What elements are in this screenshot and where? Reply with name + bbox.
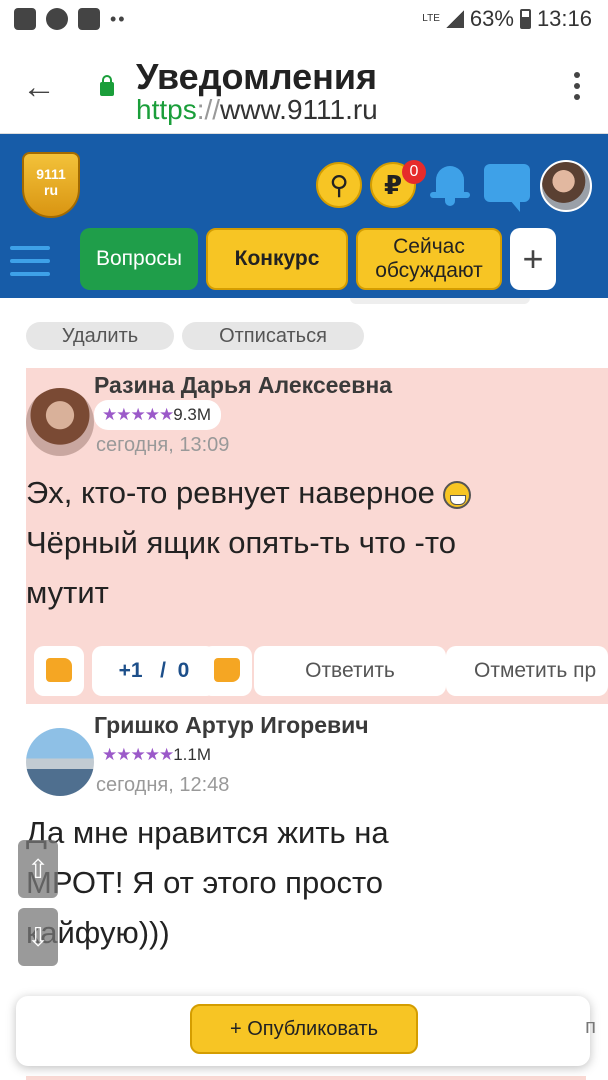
comment-text: Да мне нравится жить на МРОТ! Я от этого… [26,808,586,958]
comment-text-line: Да мне нравится жить на [26,815,389,850]
logo-text: 9111 [36,166,66,182]
publish-button[interactable]: + Опубликовать [190,1004,418,1054]
publish-bar: + Опубликовать п [16,996,596,1066]
scroll-down-icon[interactable]: ⇩ [18,908,58,966]
like-button[interactable] [34,646,84,696]
browser-toolbar: ← Уведомления https://www.9111.ru [0,42,608,134]
grin-emoji-icon [443,480,472,509]
thumbs-down-icon [214,658,240,682]
url-host: www.9111.ru [220,94,378,125]
avatar[interactable] [26,388,94,456]
vote-count: +1 / 0 [92,646,216,696]
comment-text: Эх, кто-то ревнует наверное Чёрный ящик … [26,468,586,618]
back-arrow-icon[interactable]: ← [22,70,56,104]
clock: 13:16 [536,6,592,31]
chat-icon[interactable] [484,164,530,212]
dislike-button[interactable] [202,646,252,696]
votes-plus: +1 [118,659,143,682]
avatar[interactable] [26,728,94,796]
image-icon [78,8,100,30]
url-separator: :// [196,94,221,125]
tab-discussing-now[interactable]: Сейчас обсуждают [356,228,502,290]
bell-icon[interactable] [430,162,470,208]
comment-card: Гришко Артур Игоревич ★★★★★1.1M сегодня,… [26,708,608,988]
votes-minus: 0 [177,659,190,682]
url-scheme: https [136,94,197,125]
scroll-controls: ⇧ ⇩ [18,840,58,970]
notifications-feed: Удалить Отписаться Разина Дарья Алексеев… [0,298,608,1080]
menu-icon[interactable] [574,72,580,105]
comment-actions: +1 / 0 Ответить Отметить пр [26,638,608,704]
site-logo[interactable]: 9111 ru [22,152,80,218]
tab-questions[interactable]: Вопросы [80,228,198,290]
scroll-up-icon[interactable]: ⇧ [18,840,58,898]
search-button[interactable]: ⚲ [316,162,362,208]
unsubscribe-button[interactable]: Отписаться [182,322,364,350]
notification-icon [14,8,36,30]
status-bar: •• LTE 63% 13:16 [0,0,608,42]
hamburger-menu-icon[interactable] [10,246,50,285]
wallet-badge: 0 [402,160,426,184]
battery-percent: 63% [469,6,514,31]
author-rating: ★★★★★1.1M [94,740,221,770]
add-tab-button[interactable]: + [510,228,556,290]
page-title: Уведомления [136,56,377,97]
next-comment-edge [26,1076,586,1080]
battery-icon [519,9,531,29]
votes-separator: / [160,659,166,682]
user-avatar[interactable] [540,160,592,212]
author-rating: ★★★★★9.3M [94,400,221,430]
publish-bar-edge-text: п [585,1016,596,1038]
site-header: 9111 ru ⚲ ₽ 0 Вопросы Конкурс Сейчас обсуж… [0,134,608,298]
logo-sub: ru [44,182,58,198]
rating-value: 1.1M [173,745,211,764]
lock-icon[interactable] [100,75,114,96]
comment-text-line: Чёрный ящик опять-ть что -то [26,525,456,560]
ruble-icon: ₽ [383,170,403,200]
rating-stars: ★★★★★ [102,745,174,764]
comment-time: сегодня, 13:09 [96,434,230,456]
comment-card: Разина Дарья Алексеевна ★★★★★9.3M сегодн… [26,368,608,704]
comment-text-line: МРОТ! Я от этого просто [26,865,384,900]
app-icon [46,8,68,30]
comment-author[interactable]: Разина Дарья Алексеевна [94,372,392,399]
tab-now-line1: Сейчас [393,235,465,258]
network-type: LTE [422,13,440,24]
tab-contest[interactable]: Конкурс [206,228,348,290]
delete-button[interactable]: Удалить [26,322,174,350]
comment-text-line: Эх, кто-то ревнует наверное [26,475,435,510]
more-notifications-icon: •• [110,8,127,29]
rating-value: 9.3M [173,405,211,424]
tab-now-line2: обсуждают [375,259,483,282]
thumbs-up-icon [46,658,72,682]
reply-button[interactable]: Ответить [254,646,446,696]
rating-stars: ★★★★★ [102,405,174,424]
comment-author[interactable]: Гришко Артур Игоревич [94,712,369,739]
divider [350,298,530,304]
comment-text-line: мутит [26,575,109,610]
comment-time: сегодня, 12:48 [96,774,230,796]
signal-icon [445,10,464,28]
mark-button[interactable]: Отметить пр [446,646,608,696]
url-field[interactable]: https://www.9111.ru [136,94,378,126]
search-icon: ⚲ [329,170,349,200]
